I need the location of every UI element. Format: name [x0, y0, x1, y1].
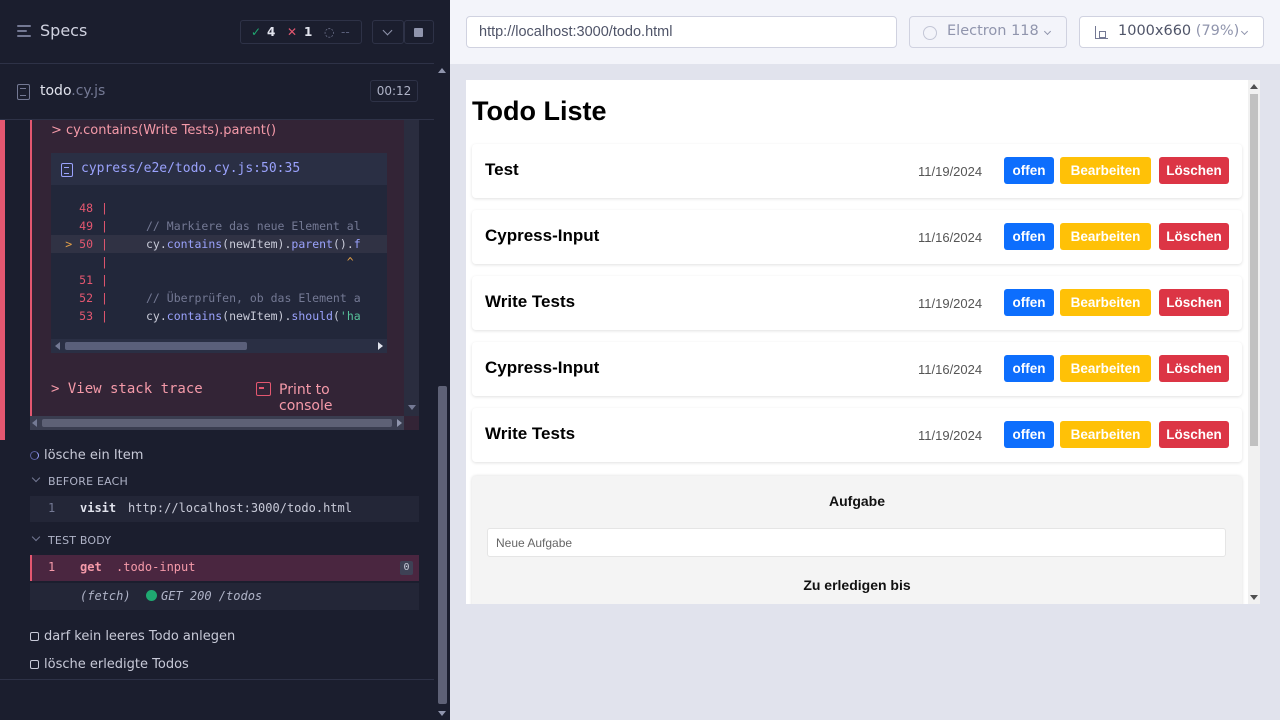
viewport-selector[interactable]: 1000x660 (79%) — [1079, 16, 1264, 48]
print-to-console-link[interactable]: Print to console — [279, 382, 387, 414]
code-lines: 48 | 49 |// Markiere das neue Element al >… — [51, 199, 387, 325]
reporter-panel: Specs ✓ 4 ✕ 1 ◌ -- todo.cy.js 00:12 > cy… — [0, 0, 450, 720]
page-title: Todo Liste — [472, 96, 607, 126]
test-item[interactable]: lösche erledigte Todos — [30, 657, 189, 672]
error-panel-scrollbar[interactable] — [404, 120, 419, 416]
viewport-icon — [1095, 26, 1108, 39]
edit-button[interactable]: Bearbeiten — [1060, 157, 1151, 184]
todo-item: Test 11/19/2024 offen Bearbeiten Löschen — [472, 144, 1242, 198]
edit-button[interactable]: Bearbeiten — [1060, 223, 1151, 250]
spec-file-name[interactable]: todo.cy.js — [40, 83, 105, 99]
specs-menu-icon[interactable] — [17, 25, 31, 39]
check-icon: ✓ — [251, 25, 262, 39]
pending-test-icon — [30, 632, 39, 641]
chevron-down-icon — [1043, 27, 1052, 36]
todo-item: Write Tests 11/19/2024 offen Bearbeiten L… — [472, 276, 1242, 330]
status-button[interactable]: offen — [1004, 355, 1054, 382]
test-stats: ✓ 4 ✕ 1 ◌ -- — [240, 20, 362, 44]
status-button[interactable]: offen — [1004, 421, 1054, 448]
pending-count: -- — [341, 25, 350, 39]
error-panel-hscrollbar[interactable] — [30, 416, 404, 430]
view-stack-trace-link[interactable]: > View stack trace — [51, 381, 203, 397]
error-panel: > cy.contains(Write Tests).parent() cypr… — [30, 120, 419, 430]
error-command: > cy.contains(Write Tests).parent() — [51, 123, 277, 138]
reporter-scrollbar[interactable] — [436, 64, 449, 720]
status-button[interactable]: offen — [1004, 223, 1054, 250]
document-icon — [17, 84, 30, 100]
todo-item: Cypress-Input 11/16/2024 offen Bearbeiten… — [472, 210, 1242, 264]
highlighted-line: > 50 | cy.contains(newItem).parent().f — [51, 235, 387, 253]
chevron-down-icon — [31, 532, 41, 542]
edit-button[interactable]: Bearbeiten — [1060, 355, 1151, 382]
command-get-failed[interactable]: 1 get .todo-input 0 — [30, 555, 419, 581]
running-spinner-icon — [30, 451, 39, 460]
new-todo-form: Aufgabe Zu erledigen bis — [472, 476, 1242, 604]
delete-button[interactable]: Löschen — [1159, 289, 1229, 316]
before-each-hook[interactable]: BEFORE EACH — [30, 473, 128, 488]
collapse-button[interactable] — [372, 20, 404, 44]
new-task-input[interactable] — [487, 528, 1226, 557]
edit-button[interactable]: Bearbeiten — [1060, 421, 1151, 448]
pending-test-icon — [30, 660, 39, 669]
test-item-active[interactable]: lösche ein Item — [30, 448, 143, 463]
status-button[interactable]: offen — [1004, 289, 1054, 316]
todo-item: Cypress-Input 11/16/2024 offen Bearbeiten… — [472, 342, 1242, 396]
electron-icon — [923, 26, 937, 40]
status-success-icon — [146, 590, 157, 601]
delete-button[interactable]: Löschen — [1159, 421, 1229, 448]
command-fetch[interactable]: (fetch) GET 200 /todos — [30, 583, 419, 610]
browser-selector[interactable]: Electron 118 — [909, 16, 1067, 48]
terminal-icon — [256, 382, 271, 396]
pending-icon: ◌ — [324, 25, 335, 39]
specs-title[interactable]: Specs — [40, 21, 87, 40]
test-body-hook[interactable]: TEST BODY — [30, 532, 111, 547]
x-icon: ✕ — [287, 25, 298, 39]
command-visit[interactable]: 1 visit http://localhost:3000/todo.html — [30, 496, 419, 522]
todo-item: Write Tests 11/19/2024 offen Bearbeiten L… — [472, 408, 1242, 462]
file-icon — [61, 163, 73, 177]
failed-test-indicator — [0, 120, 5, 440]
element-count-badge: 0 — [400, 561, 413, 575]
code-frame-path[interactable]: cypress/e2e/todo.cy.js:50:35 — [81, 161, 300, 176]
failed-count: 1 — [304, 25, 313, 39]
edit-button[interactable]: Bearbeiten — [1060, 289, 1151, 316]
delete-button[interactable]: Löschen — [1159, 157, 1229, 184]
reporter-header: Specs ✓ 4 ✕ 1 ◌ -- — [0, 0, 434, 64]
chevron-down-icon — [31, 473, 41, 483]
task-label: Aufgabe — [829, 493, 885, 509]
status-button[interactable]: offen — [1004, 157, 1054, 184]
run-duration: 00:12 — [370, 80, 418, 102]
app-scrollbar[interactable] — [1248, 80, 1260, 604]
chevron-down-icon — [1240, 27, 1249, 36]
code-frame-scrollbar[interactable] — [51, 339, 387, 353]
passed-count: 4 — [267, 25, 276, 39]
due-date-label: Zu erledigen bis — [803, 577, 911, 593]
code-frame: cypress/e2e/todo.cy.js:50:35 48 | 49 |// M… — [51, 153, 387, 353]
delete-button[interactable]: Löschen — [1159, 355, 1229, 382]
url-bar[interactable]: http://localhost:3000/todo.html — [466, 16, 897, 48]
spec-file-row: todo.cy.js 00:12 — [0, 64, 434, 120]
app-under-test: Todo Liste Test 11/19/2024 offen Bearbeit… — [466, 80, 1260, 604]
test-item[interactable]: darf kein leeres Todo anlegen — [30, 629, 235, 644]
stop-button[interactable] — [404, 20, 434, 44]
delete-button[interactable]: Löschen — [1159, 223, 1229, 250]
